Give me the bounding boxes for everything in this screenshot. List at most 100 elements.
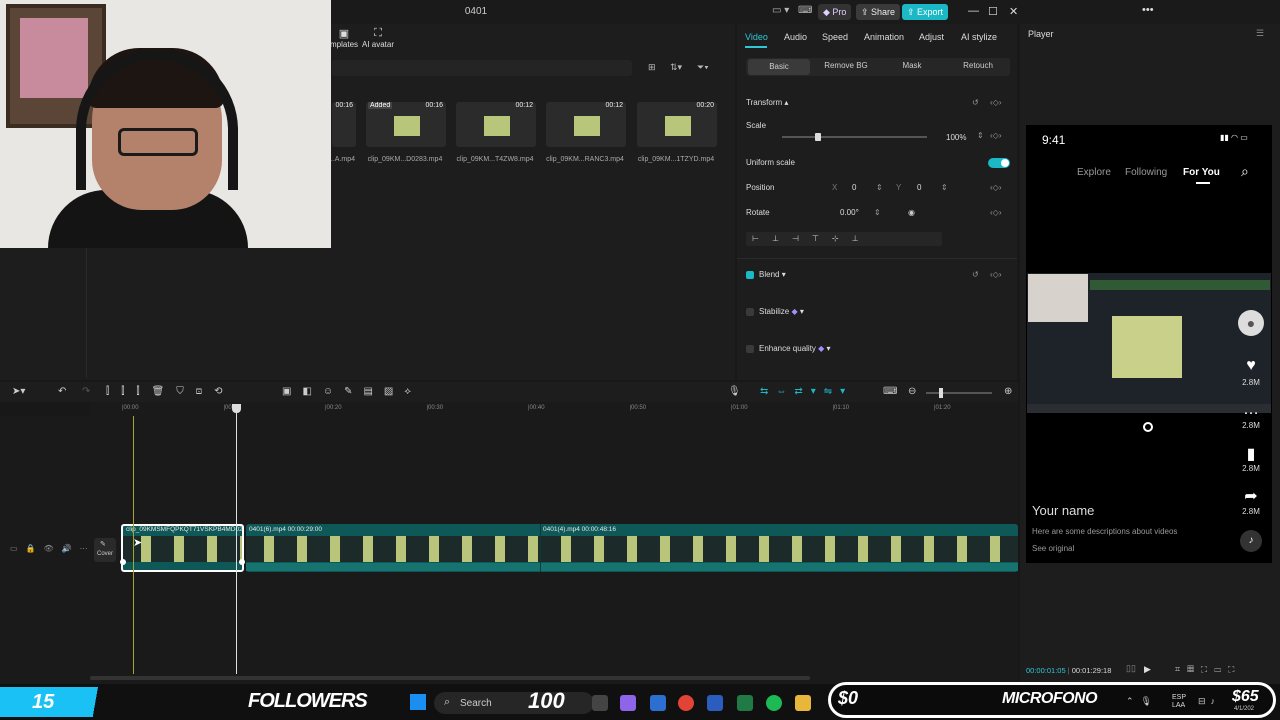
player-tool-icons[interactable]: ⌗▦⛶▭⛶	[1175, 664, 1241, 675]
share-button[interactable]: ⇪ Share	[856, 4, 901, 20]
maximize-icon[interactable]: ☐	[988, 5, 998, 18]
keyframe-icon[interactable]: ‹◇›	[990, 98, 1001, 107]
enhance-quality-section[interactable]: Enhance quality ◆ ▾	[759, 344, 831, 353]
play-icon[interactable]: ▶	[1144, 664, 1151, 675]
tab-ai-avatar[interactable]: ⛶ AI avatar	[362, 27, 394, 49]
zoom-in-icon[interactable]: ⊕	[1004, 386, 1012, 397]
tab-ai-avatar-label: AI avatar	[362, 40, 395, 49]
effect-tool-icons[interactable]: ▣◧☺✎▤▨⟡	[282, 386, 422, 397]
chrome-icon[interactable]	[678, 695, 694, 711]
subtab-basic[interactable]: Basic	[748, 59, 810, 75]
video-taskbar	[1027, 404, 1271, 413]
redo-icon[interactable]: ↷	[82, 386, 90, 397]
rotate-dial-icon[interactable]: ◉	[908, 208, 915, 217]
subtab-remove-bg[interactable]: Remove BG	[820, 61, 872, 70]
tab-adjust[interactable]: Adjust	[919, 32, 944, 42]
language-indicator[interactable]: ESP LAA	[1172, 694, 1186, 710]
media-clip[interactable]: 00:12	[456, 102, 536, 147]
enhance-checkbox[interactable]	[746, 345, 754, 353]
sort-icon[interactable]: ⇅▾	[670, 62, 682, 73]
tab-speed[interactable]: Speed	[822, 32, 848, 42]
active-tab-indicator	[745, 46, 767, 48]
reset-icon[interactable]: ↺	[972, 270, 979, 279]
step-icon[interactable]: ▯▯	[1126, 663, 1136, 674]
tab-templates[interactable]: ▣ mplates	[330, 27, 358, 49]
tab-audio[interactable]: Audio	[784, 32, 807, 42]
undo-icon[interactable]: ↶	[58, 386, 66, 397]
scale-slider[interactable]	[782, 136, 927, 138]
menu-icon[interactable]: ☰	[1256, 28, 1264, 39]
zoom-slider-knob[interactable]	[939, 388, 943, 398]
layout-icon[interactable]: ▭ ▾	[772, 5, 789, 16]
store-icon[interactable]	[650, 695, 666, 711]
media-search-bar[interactable]	[332, 60, 632, 76]
preview-icon[interactable]: ⌨	[883, 386, 897, 397]
keyframe-icon[interactable]: ‹◇›	[990, 208, 1001, 217]
reset-icon[interactable]: ↺	[972, 98, 979, 107]
system-tray-icons[interactable]: ⊟♪	[1198, 696, 1220, 707]
media-clip[interactable]: 00:16	[332, 102, 356, 147]
subtab-retouch[interactable]: Retouch	[955, 61, 1001, 70]
tab-ai-stylize[interactable]: AI stylize	[961, 32, 997, 42]
spotify-icon[interactable]	[766, 695, 782, 711]
scale-slider-knob[interactable]	[815, 133, 822, 141]
avatar-icon: ●	[1238, 310, 1264, 336]
playhead[interactable]	[236, 404, 237, 674]
filter-icon[interactable]: ⏷▾	[697, 62, 709, 73]
position-x-input[interactable]: 0	[852, 183, 856, 192]
blend-section[interactable]: Blend ▾	[759, 270, 786, 279]
blend-checkbox[interactable]	[746, 271, 754, 279]
tray-icons[interactable]: ⌃🎙	[1126, 696, 1159, 707]
like-count: 2.8M	[1242, 378, 1260, 387]
align-icons[interactable]: ⊢⊥⊣⊤⊹⊥	[752, 234, 872, 243]
stabilize-section[interactable]: Stabilize ◆ ▾	[759, 307, 804, 316]
pro-diamond-icon: ◆	[791, 307, 798, 316]
pro-button[interactable]: ◆ Pro	[818, 4, 852, 20]
file-explorer-icon[interactable]	[795, 695, 811, 711]
position-y-input[interactable]: 0	[917, 183, 921, 192]
word-icon[interactable]	[707, 695, 723, 711]
keyframe-icon[interactable]: ‹◇›	[990, 131, 1001, 140]
task-view-icon[interactable]	[592, 695, 608, 711]
export-button[interactable]: ⇪ Export	[902, 4, 949, 20]
keyboard-icon[interactable]: ⌨	[798, 5, 812, 16]
subtab-mask[interactable]: Mask	[890, 61, 934, 70]
tab-animation[interactable]: Animation	[864, 32, 904, 42]
select-tool-icon[interactable]: ➤▾	[12, 386, 25, 397]
media-clip[interactable]: 00:20	[637, 102, 717, 147]
clip-trim-handle[interactable]	[120, 559, 126, 565]
rotate-input[interactable]: 0.00°	[840, 208, 859, 217]
excel-icon[interactable]	[737, 695, 753, 711]
clip-trim-handle[interactable]	[239, 559, 245, 565]
scale-value[interactable]: 100%	[946, 133, 966, 142]
uniform-scale-toggle[interactable]	[988, 158, 1010, 168]
more-icon[interactable]: •••	[1142, 4, 1154, 16]
zoom-slider[interactable]	[926, 392, 992, 394]
timeline-scrollbar[interactable]	[90, 676, 810, 680]
stepper-icon[interactable]: ⇕	[874, 208, 881, 217]
tab-video[interactable]: Video	[745, 32, 768, 42]
media-clip[interactable]: Added 00:16	[366, 102, 446, 147]
position-y-label: Y	[896, 183, 902, 192]
playhead-handle[interactable]	[232, 404, 241, 413]
keyframe-icon[interactable]: ‹◇›	[990, 183, 1001, 192]
stepper-icon[interactable]: ⇕	[941, 183, 948, 192]
stabilize-checkbox[interactable]	[746, 308, 754, 316]
snap-tool-icons[interactable]: ⇆⇔⇄▾⇋▾	[760, 386, 853, 397]
stepper-icon[interactable]: ⇕	[876, 183, 883, 192]
track-controls[interactable]: ▭🔒👁🔊⋯	[10, 544, 96, 553]
minimize-icon[interactable]: —	[968, 5, 979, 17]
transform-section[interactable]: Transform ▴	[746, 98, 788, 107]
close-icon[interactable]: ✕	[1009, 5, 1018, 18]
keyframe-icon[interactable]: ‹◇›	[990, 270, 1001, 279]
taskbar-search[interactable]	[434, 692, 594, 714]
microphone-icon[interactable]: 🎙	[728, 386, 741, 397]
grid-view-icon[interactable]: ⊞	[648, 62, 656, 73]
zoom-out-icon[interactable]: ⊖	[908, 386, 916, 397]
edit-tool-icons[interactable]: ⫿⫿⫿🗑⛉⊡⟲	[106, 386, 235, 397]
windows-start-icon[interactable]	[410, 694, 426, 710]
tab-templates-label: mplates	[330, 40, 359, 49]
copilot-icon[interactable]	[620, 695, 636, 711]
stepper-icon[interactable]: ⇕	[977, 131, 984, 140]
media-clip[interactable]: 00:12	[546, 102, 626, 147]
